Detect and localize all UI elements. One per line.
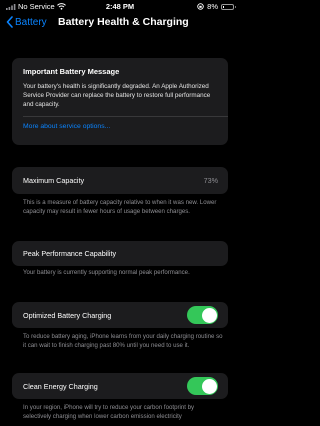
toggle-knob [201, 307, 217, 323]
peak-performance-row: Peak Performance Capability [12, 241, 228, 266]
battery-level-fill [223, 5, 224, 8]
important-message-title: Important Battery Message [23, 67, 120, 76]
important-message-body: Your battery's health is significantly d… [23, 83, 211, 108]
optimized-charging-row: Optimized Battery Charging [12, 302, 228, 328]
divider [23, 116, 228, 117]
back-button[interactable]: Battery [6, 16, 47, 28]
clean-energy-footnote: In your region, iPhone will try to reduc… [23, 404, 195, 420]
status-bar: No Service 2:48 PM 8% [0, 0, 240, 13]
optimized-charging-label: Optimized Battery Charging [23, 311, 112, 320]
maximum-capacity-value: 73% [203, 176, 218, 185]
battery-icon [221, 3, 236, 10]
clean-energy-label: Clean Energy Charging [23, 382, 98, 391]
peak-performance-label: Peak Performance Capability [23, 249, 117, 258]
chevron-left-icon [6, 16, 13, 28]
navigation-bar: Battery Battery Health & Charging [0, 14, 240, 34]
clean-energy-toggle[interactable] [187, 377, 218, 395]
optimized-charging-toggle[interactable] [187, 306, 218, 324]
status-right: 8% [197, 2, 236, 11]
maximum-capacity-row: Maximum Capacity 73% [12, 167, 228, 194]
optimized-charging-footnote: To reduce battery aging, iPhone learns f… [23, 333, 223, 349]
clean-energy-row: Clean Energy Charging [12, 373, 228, 399]
maximum-capacity-label: Maximum Capacity [23, 176, 85, 185]
peak-performance-footnote: Your battery is currently supporting nor… [23, 269, 190, 276]
page-title: Battery Health & Charging [58, 15, 189, 28]
important-message-card: Important Battery Message Your battery's… [12, 58, 228, 145]
battery-percent: 8% [207, 2, 218, 11]
orientation-lock-icon [197, 3, 204, 10]
maximum-capacity-footnote: This is a measure of battery capacity re… [23, 199, 217, 215]
service-options-link[interactable]: More about service options... [23, 123, 110, 130]
toggle-knob [201, 378, 217, 394]
back-button-label: Battery [15, 16, 47, 28]
